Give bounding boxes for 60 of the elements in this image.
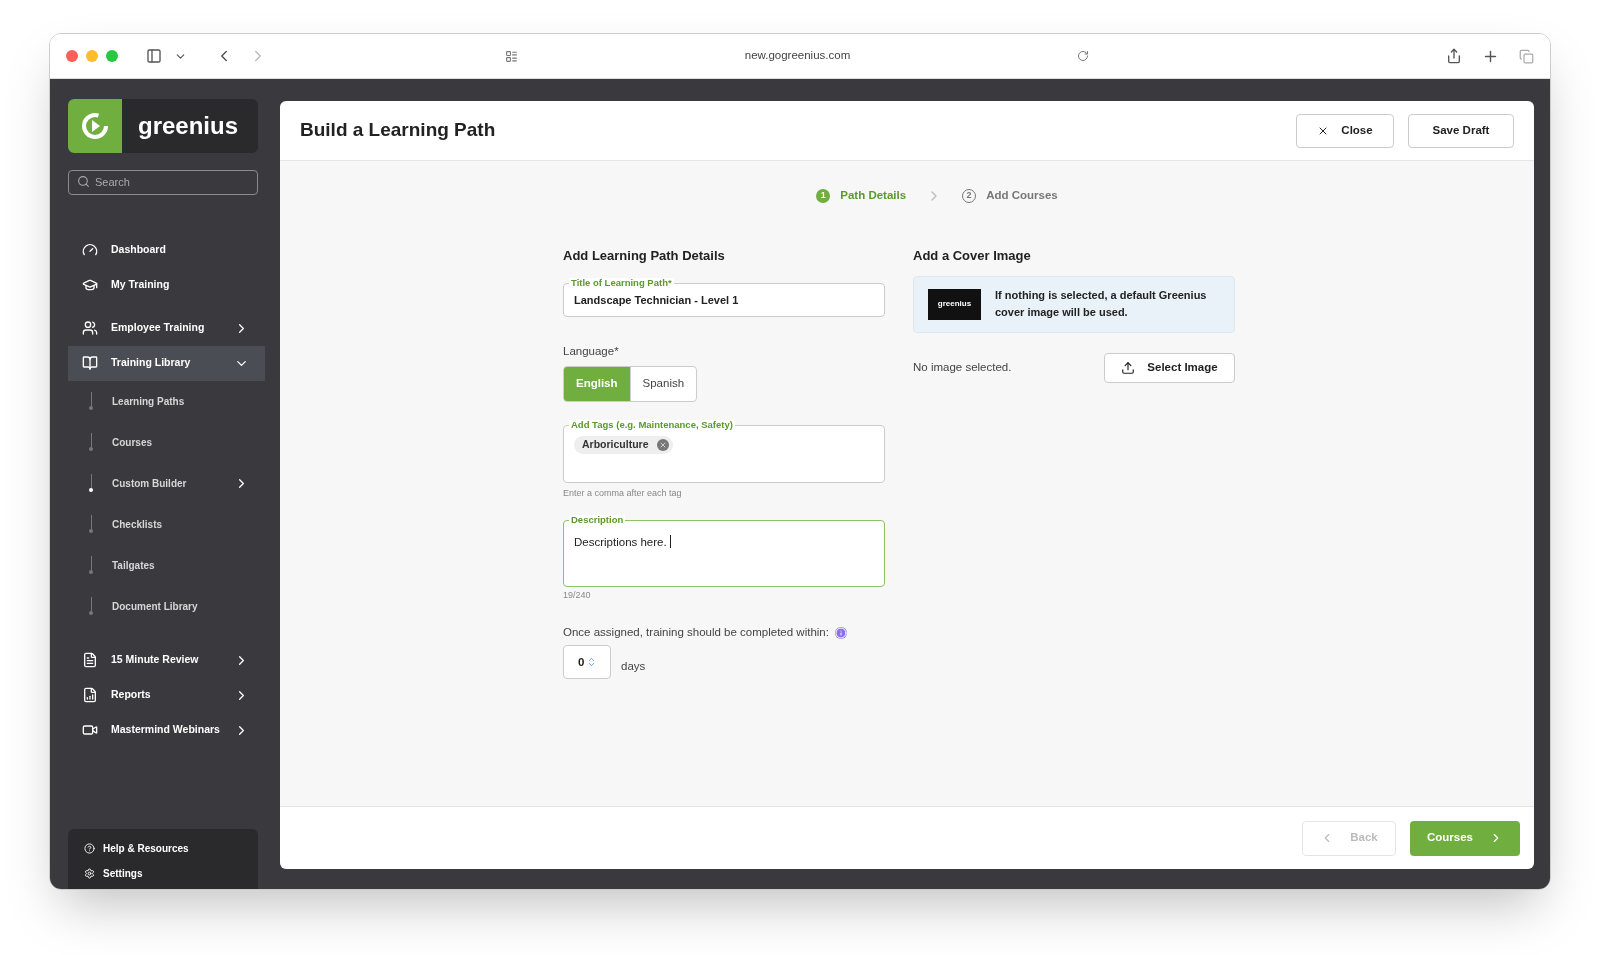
nav-subitem[interactable]: Learning Paths [68, 380, 265, 422]
select-image-button[interactable]: Select Image [1104, 352, 1235, 383]
nav-subitem[interactable]: Checklists [68, 503, 265, 545]
footer-link[interactable]: Settings [84, 866, 242, 881]
section-heading: Add Learning Path Details [563, 247, 726, 266]
maximize-window-icon[interactable] [106, 50, 118, 62]
nav-item[interactable]: Mastermind Webinars [68, 712, 265, 748]
share-icon[interactable] [1446, 48, 1462, 64]
cover-thumbnail: greenius [928, 288, 981, 320]
address-bar[interactable]: new.gogreenius.com [497, 41, 1097, 71]
sidebar-toggle-icon[interactable] [146, 48, 162, 64]
remove-icon[interactable] [656, 439, 669, 451]
nav-item[interactable]: Dashboard [68, 232, 265, 268]
unit-label: days [621, 658, 646, 674]
number-field[interactable]: 0 [563, 645, 611, 680]
field-label: Language* [563, 343, 620, 359]
field-label: Description [569, 514, 626, 524]
people-icon [82, 320, 98, 336]
close-button[interactable]: Close [1296, 113, 1394, 148]
nav-item[interactable]: Training Library [68, 345, 265, 381]
nav-item[interactable]: 15 Minute Review [68, 642, 265, 678]
language-option[interactable]: Spanish [629, 367, 697, 401]
search-field[interactable]: Search [68, 169, 258, 195]
page-title: Build a Learning Path [300, 118, 497, 143]
settings-icon [84, 868, 95, 879]
reload-icon[interactable] [1077, 50, 1089, 62]
hint-text: Enter a comma after each tag [563, 487, 683, 500]
step-tab[interactable]: 2 Add Courses [962, 187, 1058, 205]
nav-subitem[interactable]: Document Library [68, 585, 265, 627]
nav-item[interactable]: Reports [68, 677, 265, 713]
notice-text: If nothing is selected, a default Greenius cover image will be used. [995, 288, 1208, 321]
nav-subitem[interactable]: Tailgates [68, 544, 265, 586]
book-icon [82, 355, 98, 371]
logo-mark-icon [68, 99, 122, 153]
field-label: Once assigned, training should be completed within: [563, 625, 829, 640]
close-window-icon[interactable] [66, 50, 78, 62]
nav-item[interactable]: Employee Training [68, 310, 265, 346]
nav-subitem[interactable]: Custom Builder [68, 462, 265, 504]
graduation-cap-icon [82, 277, 98, 293]
document-icon [82, 652, 98, 668]
info-icon[interactable] [834, 626, 847, 639]
footer-link[interactable]: Help & Resources [84, 841, 242, 856]
section-heading: Add a Cover Image [913, 247, 1032, 266]
page-icon [505, 49, 518, 63]
search-icon [77, 175, 90, 188]
video-camera-icon [82, 722, 98, 738]
report-icon [82, 687, 98, 703]
character-count: 19/240 [563, 588, 592, 602]
nav-item[interactable]: My Training [68, 267, 265, 303]
status-text: No image selected. [913, 360, 1012, 376]
field-label: Title of Learning Path* [569, 277, 674, 288]
tabs-overview-icon[interactable] [1519, 48, 1534, 64]
logo-text: greenius [138, 111, 239, 141]
nav-subitem[interactable]: Courses [68, 421, 265, 463]
tag-chip[interactable]: Arboriculture [574, 436, 673, 454]
help-icon [84, 843, 95, 854]
save-draft-button[interactable]: Save Draft [1408, 113, 1514, 148]
upload-icon [1121, 360, 1136, 375]
gauge-icon [82, 242, 98, 258]
field-label: Add Tags (e.g. Maintenance, Safety) [569, 420, 735, 430]
